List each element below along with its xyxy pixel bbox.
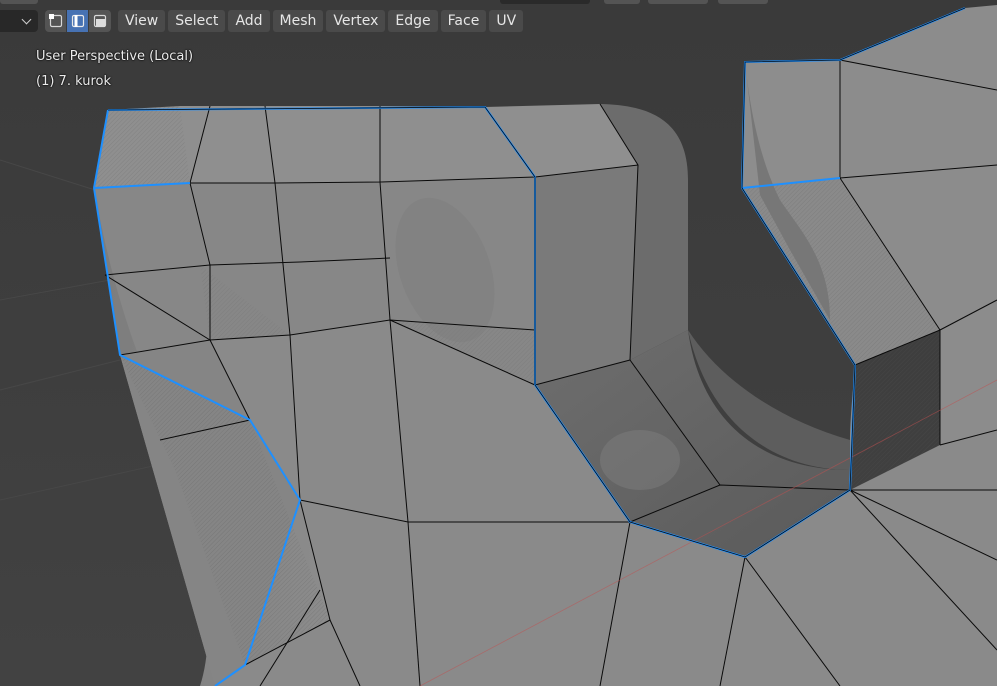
face-select-icon bbox=[93, 14, 107, 28]
edge-select-icon bbox=[71, 14, 85, 28]
menu-vertex[interactable]: Vertex bbox=[326, 10, 386, 32]
viewport-header: View Select Add Mesh Vertex Edge Face UV bbox=[0, 8, 524, 34]
header-stub bbox=[0, 0, 38, 4]
header-stub bbox=[718, 0, 768, 4]
menu-face[interactable]: Face bbox=[440, 10, 487, 32]
menu-add[interactable]: Add bbox=[228, 10, 270, 32]
active-object-label: (1) 7. kurok bbox=[36, 74, 111, 89]
edge-select-button[interactable] bbox=[67, 10, 89, 32]
menu-edge[interactable]: Edge bbox=[388, 10, 438, 32]
header-stub bbox=[604, 0, 640, 4]
vertex-select-icon bbox=[49, 14, 63, 28]
menu-select[interactable]: Select bbox=[168, 10, 226, 32]
select-mode-group bbox=[45, 10, 111, 32]
mode-dropdown[interactable] bbox=[0, 10, 38, 32]
view-perspective-label: User Perspective (Local) bbox=[36, 49, 194, 64]
3d-viewport[interactable] bbox=[0, 0, 997, 686]
face-select-button[interactable] bbox=[89, 10, 111, 32]
mesh-object[interactable] bbox=[94, 5, 997, 686]
menu-mesh[interactable]: Mesh bbox=[272, 10, 324, 32]
menu-uv[interactable]: UV bbox=[489, 10, 524, 32]
header-stub bbox=[500, 0, 590, 4]
vertex-select-button[interactable] bbox=[45, 10, 67, 32]
header-stub bbox=[648, 0, 708, 4]
chevron-down-icon bbox=[21, 14, 32, 25]
menu-view[interactable]: View bbox=[118, 10, 166, 32]
